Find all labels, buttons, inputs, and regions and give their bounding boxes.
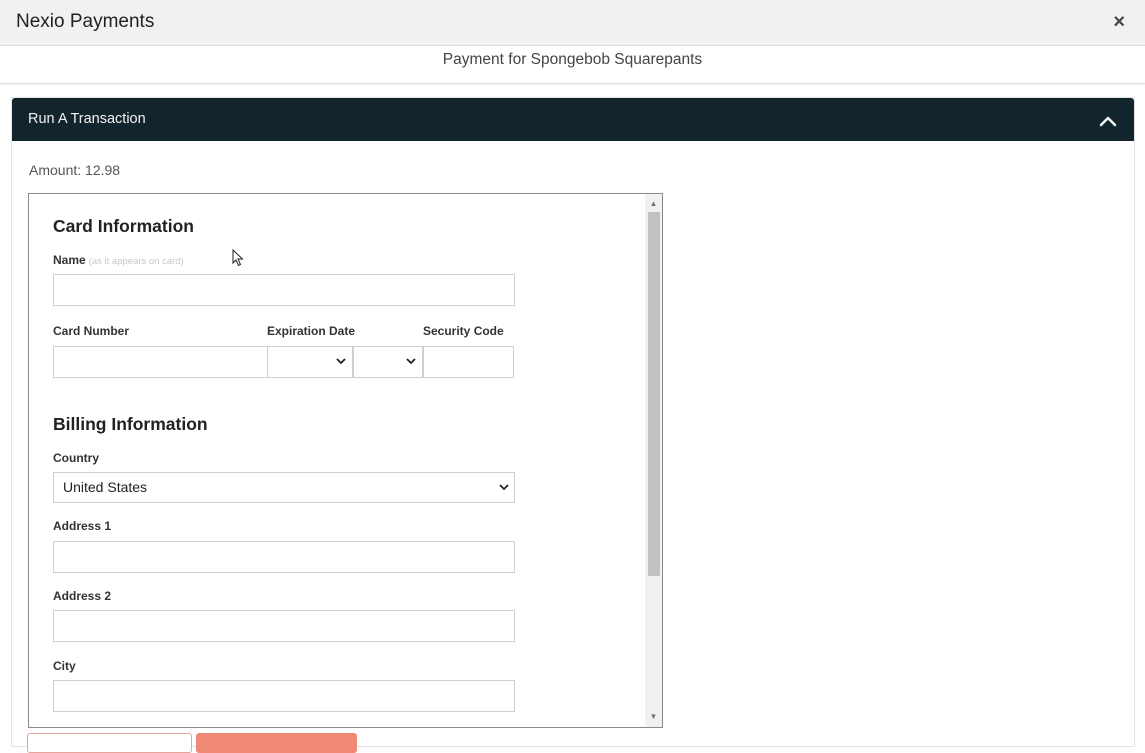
payment-subheader: Payment for Spongebob Squarepants bbox=[0, 46, 1145, 84]
chevron-down-icon bbox=[406, 358, 416, 365]
city-label: City bbox=[53, 659, 76, 673]
billing-information-heading: Billing Information bbox=[53, 414, 208, 434]
mouse-cursor-icon bbox=[232, 249, 244, 267]
security-code-input[interactable] bbox=[423, 346, 514, 378]
expiration-year-select[interactable] bbox=[353, 346, 423, 378]
address1-label: Address 1 bbox=[53, 519, 112, 533]
app-title: Nexio Payments bbox=[16, 11, 155, 32]
close-icon[interactable]: × bbox=[1113, 12, 1125, 32]
address1-input[interactable] bbox=[53, 541, 515, 573]
scroll-down-arrow-icon[interactable]: ▼ bbox=[645, 709, 662, 725]
name-label-text: Name bbox=[53, 253, 86, 267]
country-select[interactable]: United States bbox=[53, 472, 515, 503]
expiration-month-select[interactable] bbox=[267, 346, 353, 378]
panel-title: Run A Transaction bbox=[28, 111, 146, 127]
frame-scrollbar[interactable]: ▲ ▼ bbox=[645, 194, 662, 727]
chevron-up-icon[interactable] bbox=[1099, 114, 1117, 128]
transaction-panel: Run A Transaction Amount: 12.98 Card Inf… bbox=[11, 97, 1135, 747]
country-value: United States bbox=[63, 479, 148, 495]
card-number-input[interactable] bbox=[53, 346, 268, 378]
window-titlebar: Nexio Payments × bbox=[0, 0, 1145, 46]
scroll-up-arrow-icon[interactable]: ▲ bbox=[645, 196, 662, 212]
payment-form-frame: Card Information Name (as it appears on c… bbox=[28, 193, 663, 728]
chevron-down-icon bbox=[336, 358, 346, 365]
payment-title: Payment for Spongebob Squarepants bbox=[442, 51, 703, 68]
secondary-button[interactable] bbox=[27, 733, 192, 753]
panel-header[interactable]: Run A Transaction bbox=[12, 98, 1134, 141]
name-input[interactable] bbox=[53, 274, 515, 306]
card-number-label: Card Number bbox=[53, 324, 130, 338]
security-code-label: Security Code bbox=[423, 324, 504, 338]
expiration-date-label: Expiration Date bbox=[267, 324, 356, 338]
card-information-heading: Card Information bbox=[53, 216, 194, 236]
amount-text: Amount: 12.98 bbox=[29, 162, 121, 178]
city-input[interactable] bbox=[53, 680, 515, 712]
submit-button[interactable] bbox=[196, 733, 357, 753]
name-hint: (as it appears on card) bbox=[88, 256, 184, 267]
scrollbar-thumb[interactable] bbox=[648, 212, 660, 576]
address2-input[interactable] bbox=[53, 610, 515, 642]
address2-label: Address 2 bbox=[53, 589, 112, 603]
country-label: Country bbox=[53, 451, 99, 465]
chevron-down-icon bbox=[499, 484, 509, 491]
name-label: Name (as it appears on card) bbox=[53, 253, 184, 267]
